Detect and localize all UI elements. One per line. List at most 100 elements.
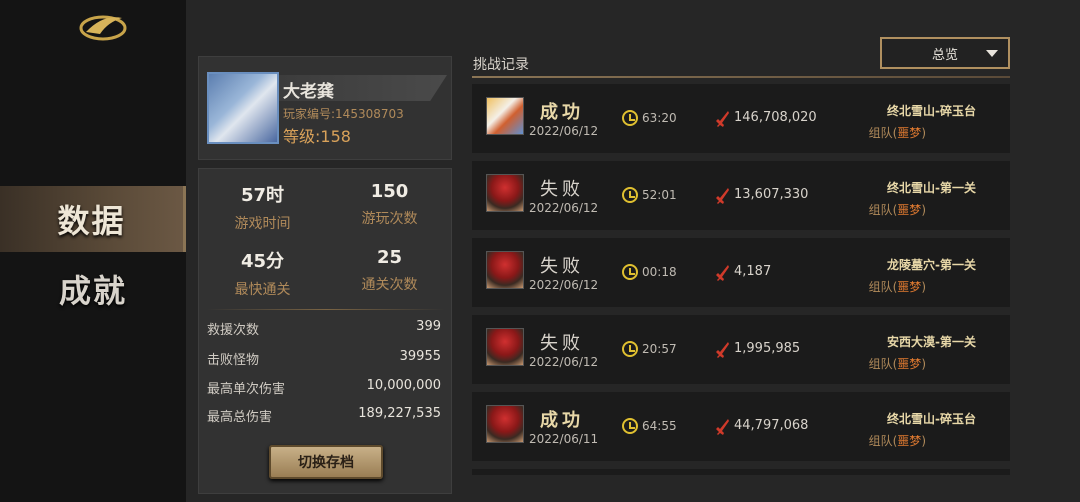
team-close: ) xyxy=(921,126,926,140)
record-team: 组队(噩梦) xyxy=(869,432,926,449)
record-date: 2022/06/12 xyxy=(529,355,599,369)
team-mode: 组队( xyxy=(868,203,898,217)
stat-play-count: 150 游玩次数 xyxy=(326,181,453,228)
record-avatar xyxy=(486,251,524,289)
player-avatar[interactable] xyxy=(207,72,279,144)
stat-label: 游戏时间 xyxy=(234,216,291,232)
stat-fastest-clear: 45分 最快通关 xyxy=(199,247,326,299)
team-close: ) xyxy=(921,203,926,217)
records-divider xyxy=(472,76,1010,78)
player-name: 大老龚 xyxy=(283,82,334,102)
record-row[interactable]: 失败 2022/06/12 20:57 1,995,985 安西大漠-第一关 组… xyxy=(472,315,1010,384)
record-row[interactable]: 成功 2022/06/11 64:55 44,797,068 终北雪山-碎玉台 … xyxy=(472,392,1010,461)
record-damage: 1,995,985 xyxy=(734,341,801,356)
record-team: 组队(噩梦) xyxy=(869,124,926,141)
record-damage: 44,797,068 xyxy=(734,418,809,433)
detail-label: 最高单次伤害 xyxy=(207,382,286,397)
record-row[interactable]: 成功 2022/06/12 63:20 146,708,020 终北雪山-碎玉台… xyxy=(472,84,1010,153)
detail-value: 39955 xyxy=(399,349,441,364)
difficulty: 噩梦 xyxy=(897,126,922,140)
detail-value: 189,227,535 xyxy=(358,406,441,421)
record-time: 00:18 xyxy=(642,265,677,279)
detail-row-rescues: 救援次数 399 xyxy=(207,319,441,339)
record-avatar xyxy=(486,174,524,212)
detail-label: 击败怪物 xyxy=(207,353,260,368)
player-id: 玩家编号:145308703 xyxy=(283,107,404,121)
record-team: 组队(噩梦) xyxy=(869,278,926,295)
record-result: 失败 xyxy=(540,256,584,277)
record-time: 52:01 xyxy=(642,188,677,202)
detail-label: 最高总伤害 xyxy=(207,410,273,425)
record-row[interactable]: 失败 2022/06/12 52:01 13,607,330 终北雪山-第一关 … xyxy=(472,161,1010,230)
clock-icon xyxy=(622,187,638,203)
side-nav: 数据 成就 xyxy=(0,0,186,502)
records-title: 挑战记录 xyxy=(473,57,529,73)
clock-icon xyxy=(622,110,638,126)
detail-row-max-total-damage: 最高总伤害 189,227,535 xyxy=(207,406,441,426)
record-result: 成功 xyxy=(540,410,584,431)
detail-value: 10,000,000 xyxy=(366,378,441,393)
sword-damage-icon xyxy=(716,188,729,204)
clock-icon xyxy=(622,264,638,280)
record-damage: 146,708,020 xyxy=(734,110,817,125)
record-stage: 安西大漠-第一关 xyxy=(887,335,976,349)
difficulty: 噩梦 xyxy=(897,280,922,294)
caret-down-icon xyxy=(986,50,998,57)
team-mode: 组队( xyxy=(868,434,898,448)
record-result: 成功 xyxy=(540,102,584,123)
sword-damage-icon xyxy=(716,265,729,281)
record-avatar xyxy=(486,405,524,443)
record-time: 20:57 xyxy=(642,342,677,356)
record-damage: 13,607,330 xyxy=(734,187,809,202)
stat-value: 150 xyxy=(370,181,409,202)
stat-value: 25 xyxy=(376,247,403,268)
nav-item-achievements[interactable]: 成就 xyxy=(0,256,186,322)
team-close: ) xyxy=(921,434,926,448)
record-date: 2022/06/12 xyxy=(529,124,599,138)
clock-icon xyxy=(622,341,638,357)
sword-damage-icon xyxy=(716,419,729,435)
team-mode: 组队( xyxy=(868,357,898,371)
record-team: 组队(噩梦) xyxy=(869,355,926,372)
record-time: 63:20 xyxy=(642,111,677,125)
profile-card: 大老龚 玩家编号:145308703 等级:158 xyxy=(198,56,452,160)
nav-item-data[interactable]: 数据 xyxy=(0,186,186,252)
stat-label: 通关次数 xyxy=(361,277,418,293)
stat-clear-count: 25 通关次数 xyxy=(326,247,453,294)
difficulty: 噩梦 xyxy=(897,203,922,217)
record-avatar xyxy=(486,97,524,135)
record-date: 2022/06/12 xyxy=(529,278,599,292)
game-logo-icon xyxy=(79,15,127,41)
clock-icon xyxy=(622,418,638,434)
detail-label: 救援次数 xyxy=(207,323,260,338)
record-stage: 龙陵墓穴-第一关 xyxy=(887,258,976,272)
record-stage: 终北雪山-第一关 xyxy=(887,181,976,195)
detail-value: 399 xyxy=(416,319,441,334)
stat-play-time: 57时 游戏时间 xyxy=(199,181,326,233)
team-close: ) xyxy=(921,357,926,371)
switch-save-button[interactable]: 切换存档 xyxy=(269,445,383,479)
sword-damage-icon xyxy=(716,111,729,127)
record-date: 2022/06/11 xyxy=(529,432,599,446)
player-level: 等级:158 xyxy=(283,127,351,146)
stat-value: 45分 xyxy=(240,251,285,272)
record-row[interactable]: 失败 2022/06/12 00:18 4,187 龙陵墓穴-第一关 组队(噩梦… xyxy=(472,238,1010,307)
detail-row-kills: 击败怪物 39955 xyxy=(207,349,441,369)
detail-row-max-single-damage: 最高单次伤害 10,000,000 xyxy=(207,378,441,398)
difficulty: 噩梦 xyxy=(897,357,922,371)
record-stage: 终北雪山-碎玉台 xyxy=(887,412,976,426)
stats-divider xyxy=(207,309,445,310)
record-result: 失败 xyxy=(540,179,584,200)
team-mode: 组队( xyxy=(868,126,898,140)
record-result: 失败 xyxy=(540,333,584,354)
stat-label: 最快通关 xyxy=(234,282,291,298)
sword-damage-icon xyxy=(716,342,729,358)
record-row-partial[interactable] xyxy=(472,469,1010,475)
record-time: 64:55 xyxy=(642,419,677,433)
record-damage: 4,187 xyxy=(734,264,772,279)
record-date: 2022/06/12 xyxy=(529,201,599,215)
stat-label: 游玩次数 xyxy=(361,211,418,227)
records-filter-dropdown[interactable]: 总览 xyxy=(880,37,1010,69)
filter-label: 总览 xyxy=(931,47,958,63)
record-team: 组队(噩梦) xyxy=(869,201,926,218)
